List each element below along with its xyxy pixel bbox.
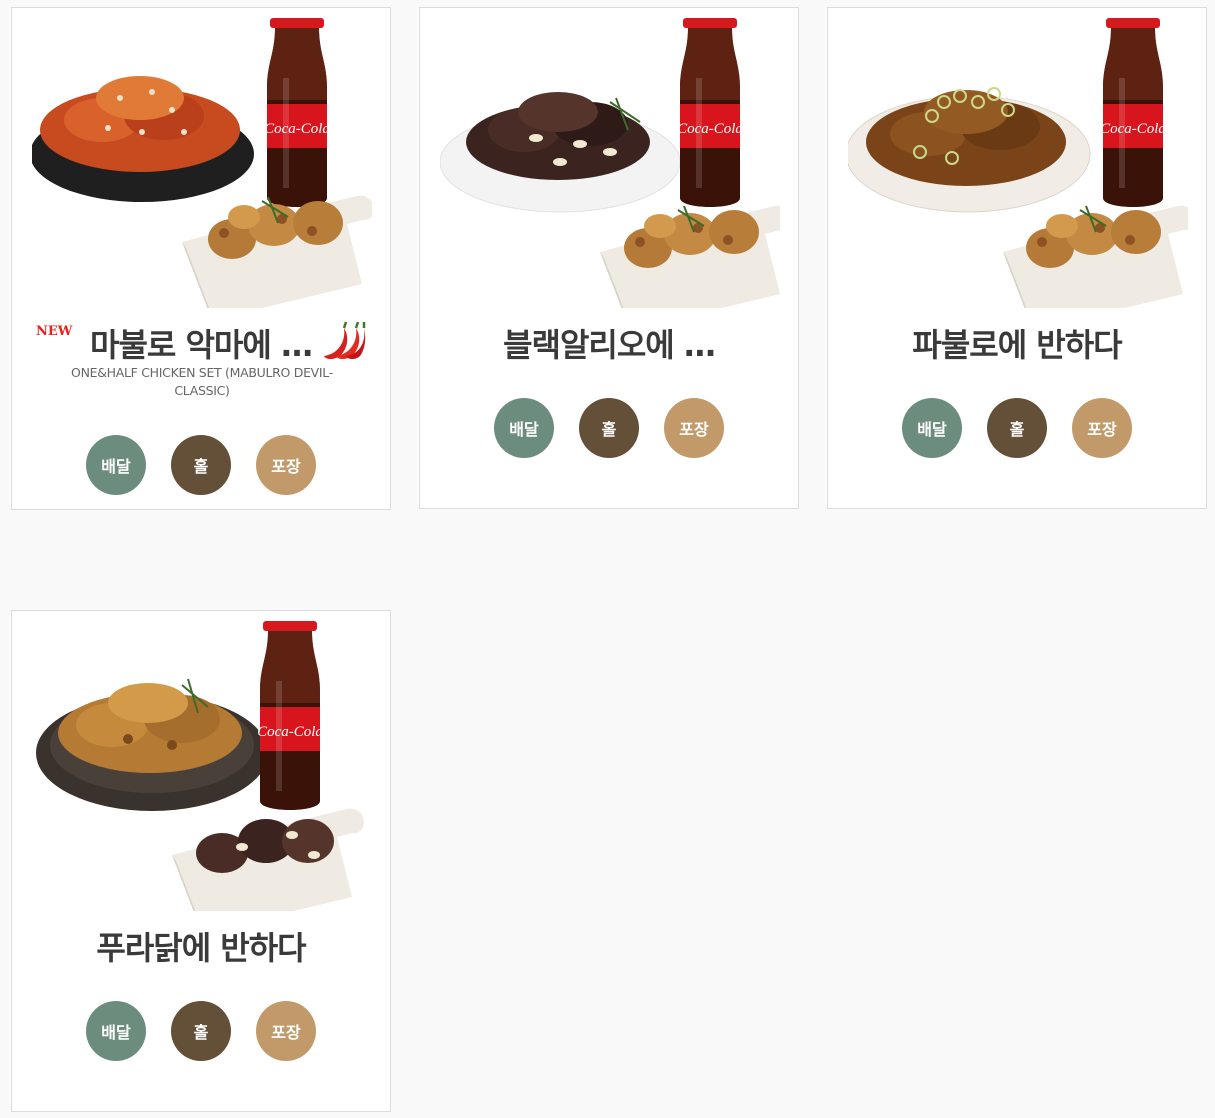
cola-bottle <box>257 621 323 810</box>
takeout-button[interactable]: 포장 <box>256 435 316 495</box>
new-badge: NEW <box>36 324 73 339</box>
hall-button[interactable]: 홀 <box>987 398 1047 458</box>
product-image[interactable] <box>32 12 372 308</box>
product-image[interactable] <box>848 12 1188 308</box>
hall-button[interactable]: 홀 <box>171 1001 231 1061</box>
delivery-button[interactable]: 배달 <box>86 435 146 495</box>
product-image[interactable] <box>32 615 372 911</box>
product-title[interactable]: 푸라닭에 반하다 <box>96 923 306 969</box>
takeout-button[interactable]: 포장 <box>1072 398 1132 458</box>
delivery-button[interactable]: 배달 <box>86 1001 146 1061</box>
product-card[interactable]: 파불로에 반하다 배달 홀 포장 <box>827 7 1207 509</box>
product-image[interactable] <box>440 12 780 308</box>
product-title[interactable]: 블랙알리오에 … <box>503 320 716 366</box>
chili-pepper-icon <box>324 321 366 359</box>
cola-bottle <box>677 18 743 207</box>
delivery-button[interactable]: 배달 <box>902 398 962 458</box>
product-card[interactable]: 블랙알리오에 … 배달 홀 포장 <box>419 7 799 509</box>
cola-bottle <box>1100 18 1166 207</box>
product-card[interactable]: NEW 마불로 악마에 … ONE&HALF CHICKEN SET (MABU… <box>11 7 391 510</box>
hall-button[interactable]: 홀 <box>579 398 639 458</box>
product-title[interactable]: 파불로에 반하다 <box>912 320 1122 366</box>
product-subtitle: ONE&HALF CHICKEN SET (MABULRO DEVIL-CLAS… <box>71 365 333 398</box>
takeout-button[interactable]: 포장 <box>664 398 724 458</box>
cola-bottle <box>264 18 330 207</box>
product-title[interactable]: 마불로 악마에 … <box>90 320 313 366</box>
takeout-button[interactable]: 포장 <box>256 1001 316 1061</box>
hall-button[interactable]: 홀 <box>171 435 231 495</box>
delivery-button[interactable]: 배달 <box>494 398 554 458</box>
product-card[interactable]: 푸라닭에 반하다 배달 홀 포장 <box>11 610 391 1112</box>
